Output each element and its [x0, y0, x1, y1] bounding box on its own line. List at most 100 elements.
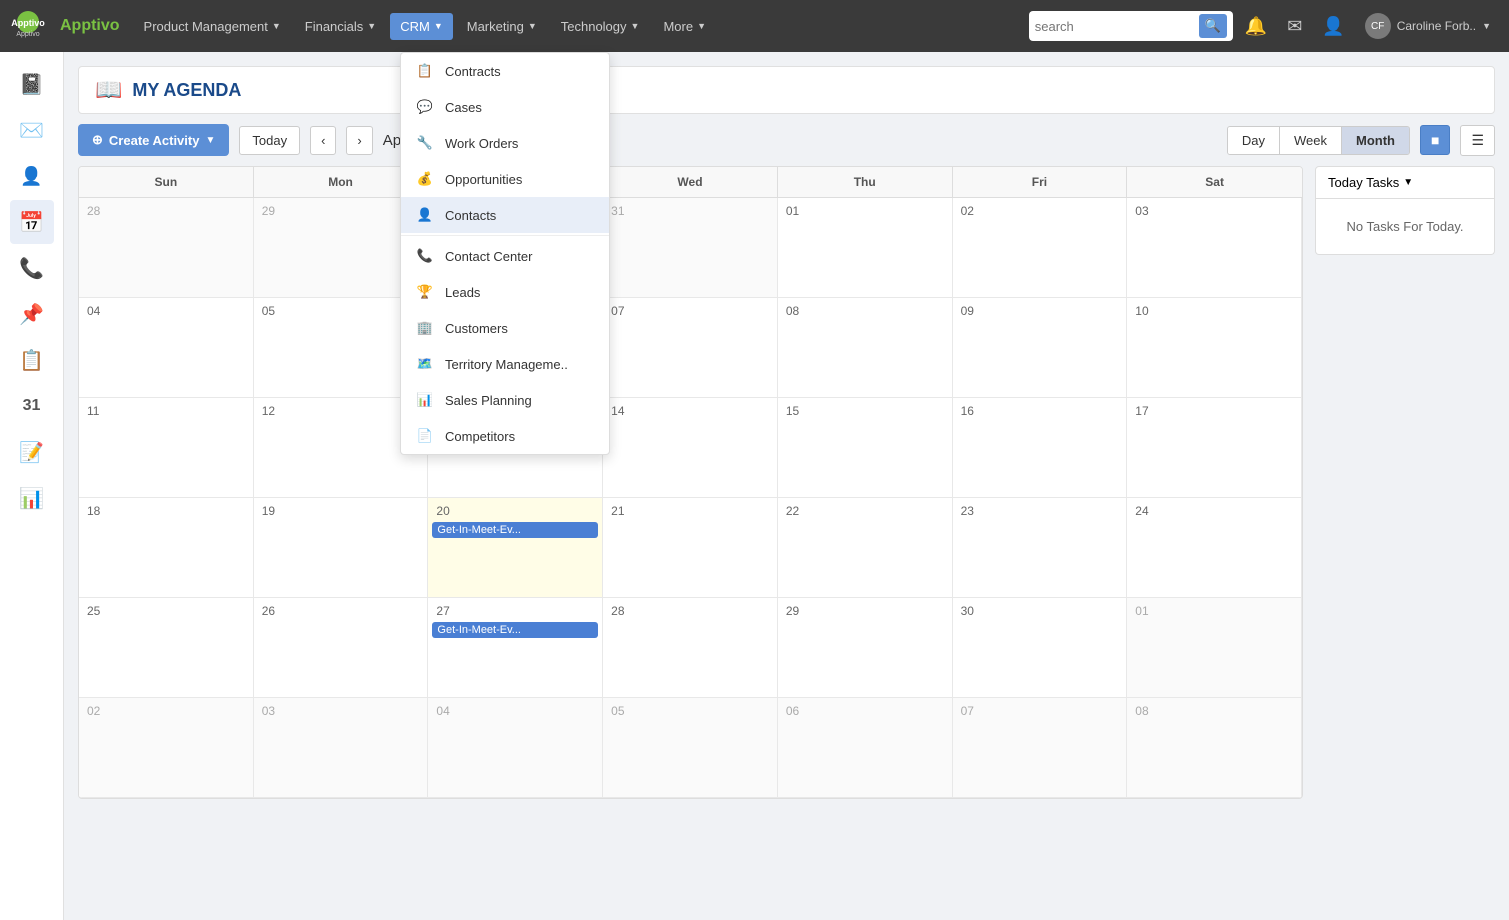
dropdown-item-cases[interactable]: 💬 Cases — [401, 89, 609, 125]
cal-event[interactable]: Get-In-Meet-Ev... — [432, 622, 598, 638]
sidebar-icon-notes[interactable]: 📝 — [10, 430, 54, 474]
dropdown-item-opportunities[interactable]: 💰 Opportunities — [401, 161, 609, 197]
nav-item-technology[interactable]: Technology ▼ — [551, 13, 650, 40]
nav-item-marketing[interactable]: Marketing ▼ — [457, 13, 547, 40]
calendar-cell[interactable]: 02 — [953, 198, 1128, 298]
calendar-cell[interactable]: 25 — [79, 598, 254, 698]
sidebar-icon-tasks[interactable]: 📋 — [10, 338, 54, 382]
calendar-cell[interactable]: 29 — [778, 598, 953, 698]
mail-icon[interactable]: ✉ — [1279, 12, 1310, 41]
calendar-cell[interactable]: 04 — [428, 698, 603, 798]
user-menu[interactable]: CF Caroline Forb.. ▼ — [1357, 9, 1499, 43]
nav-item-crm[interactable]: CRM ▼ — [390, 13, 453, 40]
nav-item-financials[interactable]: Financials ▼ — [295, 13, 386, 40]
calendar-cell[interactable]: 18 — [79, 498, 254, 598]
cal-header-sat: Sat — [1127, 167, 1302, 197]
calendar-cell[interactable]: 07 — [953, 698, 1128, 798]
cal-grid-view-button[interactable]: ■ — [1420, 125, 1450, 155]
sidebar-icon-chart[interactable]: 📊 — [10, 476, 54, 520]
profile-icon[interactable]: 👤 — [1314, 12, 1352, 41]
dropdown-item-customers[interactable]: 🏢 Customers — [401, 310, 609, 346]
cal-date: 08 — [1131, 702, 1297, 720]
calendar-cell[interactable]: 20Get-In-Meet-Ev... — [428, 498, 603, 598]
calendar-cell[interactable]: 08 — [778, 298, 953, 398]
app-logo[interactable]: Apptivo Apptivo Apptivo — [10, 8, 120, 44]
calendar-cell[interactable]: 31 — [603, 198, 778, 298]
cal-date: 30 — [957, 602, 1123, 620]
calendar-cell[interactable]: 30 — [953, 598, 1128, 698]
dropdown-item-contracts[interactable]: 📋 Contracts — [401, 53, 609, 89]
dropdown-item-competitors[interactable]: 📄 Competitors — [401, 418, 609, 454]
competitors-icon: 📄 — [415, 428, 435, 444]
dropdown-item-contact-center[interactable]: 📞 Contact Center — [401, 238, 609, 274]
dropdown-item-contacts[interactable]: 👤 Contacts — [401, 197, 609, 233]
calendar-cell[interactable]: 11 — [79, 398, 254, 498]
sidebar-icon-date[interactable]: 31 — [10, 384, 54, 428]
sidebar-icon-pin[interactable]: 📌 — [10, 292, 54, 336]
prev-month-button[interactable]: ‹ — [310, 126, 336, 155]
cal-date: 19 — [258, 502, 424, 520]
week-view-button[interactable]: Week — [1280, 127, 1342, 154]
calendar-cell[interactable]: 15 — [778, 398, 953, 498]
calendar-cell[interactable]: 05 — [603, 698, 778, 798]
calendar-cell[interactable]: 24 — [1127, 498, 1302, 598]
calendar-cell[interactable]: 02 — [79, 698, 254, 798]
svg-text:Apptivo: Apptivo — [11, 18, 45, 28]
sidebar-icon-phone[interactable]: 📞 — [10, 246, 54, 290]
dropdown-item-leads[interactable]: 🏆 Leads — [401, 274, 609, 310]
calendar-cell[interactable]: 07 — [603, 298, 778, 398]
calendar-cell[interactable]: 26 — [254, 598, 429, 698]
view-toggle: Day Week Month — [1227, 126, 1410, 155]
sidebar-icon-email[interactable]: ✉️ — [10, 108, 54, 152]
month-view-button[interactable]: Month — [1342, 127, 1409, 154]
cal-event[interactable]: Get-In-Meet-Ev... — [432, 522, 598, 538]
cal-date: 04 — [83, 302, 249, 320]
calendar-cell[interactable]: 28 — [79, 198, 254, 298]
next-month-button[interactable]: › — [346, 126, 372, 155]
calendar-cell[interactable]: 23 — [953, 498, 1128, 598]
calendar-cell[interactable]: 21 — [603, 498, 778, 598]
today-button[interactable]: Today — [239, 126, 300, 155]
create-activity-button[interactable]: ⊕ Create Activity ▼ — [78, 124, 229, 156]
cal-date: 29 — [782, 602, 948, 620]
dropdown-item-work-orders[interactable]: 🔧 Work Orders — [401, 125, 609, 161]
cal-date: 27 — [432, 602, 598, 620]
page-title: MY AGENDA — [132, 80, 241, 101]
calendar-cell[interactable]: 09 — [953, 298, 1128, 398]
cal-header-fri: Fri — [953, 167, 1128, 197]
calendar-cell[interactable]: 17 — [1127, 398, 1302, 498]
calendar-cell[interactable]: 10 — [1127, 298, 1302, 398]
cal-date: 26 — [258, 602, 424, 620]
calendar-cell[interactable]: 03 — [254, 698, 429, 798]
calendar-body: 2829303101020304050607080910111213Get-In… — [79, 198, 1302, 798]
search-input[interactable] — [1035, 19, 1195, 34]
calendar-cell[interactable]: 19 — [254, 498, 429, 598]
sidebar-icon-notebook[interactable]: 📓 — [10, 62, 54, 106]
tasks-header[interactable]: Today Tasks ▼ — [1315, 166, 1495, 199]
calendar-cell[interactable]: 22 — [778, 498, 953, 598]
calendar-cell[interactable]: 03 — [1127, 198, 1302, 298]
chevron-icon: ▼ — [434, 21, 443, 31]
calendar-cell[interactable]: 14 — [603, 398, 778, 498]
nav-item-more[interactable]: More ▼ — [653, 13, 716, 40]
calendar-cell[interactable]: 27 Get-In-Meet-Ev... — [428, 598, 603, 698]
calendar-cell[interactable]: 16 — [953, 398, 1128, 498]
calendar-cell[interactable]: 28 — [603, 598, 778, 698]
calendar-grid: Sun Mon Tue Wed Thu Fri Sat 282930310102… — [78, 166, 1303, 799]
cal-date: 23 — [957, 502, 1123, 520]
calendar-cell[interactable]: 01 — [778, 198, 953, 298]
notifications-icon[interactable]: 🔔 — [1237, 12, 1275, 41]
nav-item-product-management[interactable]: Product Management ▼ — [134, 13, 291, 40]
search-button[interactable]: 🔍 — [1199, 14, 1227, 38]
calendar-cell[interactable]: 04 — [79, 298, 254, 398]
calendar-cell[interactable]: 06 — [778, 698, 953, 798]
sidebar-icon-contacts[interactable]: 👤 — [10, 154, 54, 198]
sidebar-icon-calendar[interactable]: 📅 — [10, 200, 54, 244]
dropdown-item-sales-planning[interactable]: 📊 Sales Planning — [401, 382, 609, 418]
cal-list-view-button[interactable]: ☰ — [1460, 125, 1495, 156]
dropdown-item-territory[interactable]: 🗺️ Territory Manageme.. — [401, 346, 609, 382]
day-view-button[interactable]: Day — [1228, 127, 1280, 154]
cal-date: 02 — [957, 202, 1123, 220]
calendar-cell[interactable]: 01 — [1127, 598, 1302, 698]
calendar-cell[interactable]: 08 — [1127, 698, 1302, 798]
